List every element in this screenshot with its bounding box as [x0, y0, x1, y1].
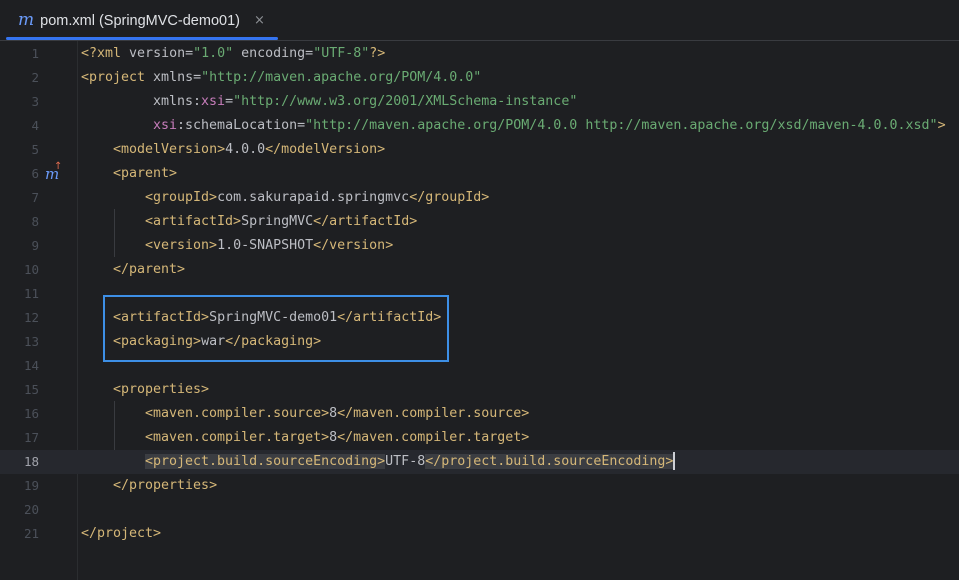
code-text: xsi:schemaLocation="http://maven.apache.… [153, 118, 946, 133]
code-line-21[interactable]: 21 </project> [0, 522, 959, 546]
line-number: 13 [23, 334, 39, 349]
code-text: </parent> [113, 262, 186, 277]
code-text: <groupId>com.sakurapaid.springmvc</group… [145, 190, 490, 205]
code-line-17[interactable]: 17 <maven.compiler.target>8</maven.compi… [0, 426, 959, 450]
line-number: 4 [31, 118, 39, 133]
line-number: 19 [23, 478, 39, 493]
code-text: <properties> [113, 382, 210, 397]
code-line-2[interactable]: 2 <project xmlns="http://maven.apache.or… [0, 66, 959, 90]
line-number: 9 [31, 238, 39, 253]
code-line-4[interactable]: 4 xsi:schemaLocation="http://maven.apach… [0, 114, 959, 138]
code-line-10[interactable]: 10 </parent> [0, 258, 959, 282]
close-icon[interactable]: × [254, 13, 265, 28]
matched-tag-highlight: </project.build.sourceEncoding> [425, 454, 674, 469]
code-line-18-current[interactable]: 18 <project.build.sourceEncoding>UTF-8</… [0, 450, 959, 474]
line-number: 17 [23, 430, 39, 445]
line-number: 2 [31, 70, 39, 85]
line-number: 10 [23, 262, 39, 277]
line-number: 15 [23, 382, 39, 397]
arrow-up-icon: ↑ [54, 161, 63, 172]
editor-tab-bar: m pom.xml (SpringMVC-demo01) × [0, 0, 959, 41]
maven-parent-gutter-icon[interactable]: m ↑ [45, 161, 63, 186]
code-line-3[interactable]: 3 xmlns:xsi="http://www.w3.org/2001/XMLS… [0, 90, 959, 114]
code-line-5[interactable]: 5 <modelVersion>4.0.0</modelVersion> [0, 138, 959, 162]
line-number: 7 [31, 190, 39, 205]
code-line-1[interactable]: 1 <?xml version="1.0" encoding="UTF-8"?> [0, 42, 959, 66]
code-text: <parent> [113, 166, 178, 181]
code-line-16[interactable]: 16 <maven.compiler.source>8</maven.compi… [0, 402, 959, 426]
code-editor[interactable]: 1 <?xml version="1.0" encoding="UTF-8"?>… [0, 41, 959, 580]
code-line-7[interactable]: 7 <groupId>com.sakurapaid.springmvc</gro… [0, 186, 959, 210]
code-text: <maven.compiler.source>8</maven.compiler… [145, 406, 530, 421]
line-number: 8 [31, 214, 39, 229]
maven-m-icon: m [18, 10, 35, 30]
line-number: 11 [23, 286, 39, 301]
active-tab-indicator [6, 37, 278, 40]
code-text: <version>1.0-SNAPSHOT</version> [145, 238, 394, 253]
code-text: <project.build.sourceEncoding>UTF-8</pro… [145, 452, 676, 470]
annotation-highlight-box [103, 295, 449, 362]
code-line-9[interactable]: 9 <version>1.0-SNAPSHOT</version> [0, 234, 959, 258]
line-number: 6 [31, 166, 39, 181]
tab-pom-xml[interactable]: m pom.xml (SpringMVC-demo01) × [6, 0, 278, 41]
code-text: <maven.compiler.target>8</maven.compiler… [145, 430, 530, 445]
code-text: <?xml version="1.0" encoding="UTF-8"?> [81, 46, 386, 61]
code-text: </properties> [113, 478, 218, 493]
line-number: 14 [23, 358, 39, 373]
line-number: 5 [31, 142, 39, 157]
code-text: <modelVersion>4.0.0</modelVersion> [113, 142, 386, 157]
code-text: <project xmlns="http://maven.apache.org/… [81, 70, 482, 85]
line-number: 12 [23, 310, 39, 325]
line-number: 1 [31, 46, 39, 61]
code-text: xmlns:xsi="http://www.w3.org/2001/XMLSch… [153, 94, 578, 109]
code-text: <artifactId>SpringMVC</artifactId> [145, 214, 418, 229]
matched-tag-highlight: <project.build.sourceEncoding> [145, 454, 386, 469]
line-number: 21 [23, 526, 39, 541]
code-line-20[interactable]: 20 [0, 498, 959, 522]
line-number: 16 [23, 406, 39, 421]
line-number: 20 [23, 502, 39, 517]
code-line-6[interactable]: 6 m ↑ <parent> [0, 161, 959, 186]
code-line-19[interactable]: 19 </properties> [0, 474, 959, 498]
code-line-15[interactable]: 15 <properties> [0, 378, 959, 402]
code-line-8[interactable]: 8 <artifactId>SpringMVC</artifactId> [0, 210, 959, 234]
line-number: 18 [23, 454, 39, 469]
tab-title: pom.xml (SpringMVC-demo01) [40, 12, 240, 29]
text-caret [673, 452, 676, 470]
code-text: </project> [81, 526, 162, 541]
line-number: 3 [31, 94, 39, 109]
